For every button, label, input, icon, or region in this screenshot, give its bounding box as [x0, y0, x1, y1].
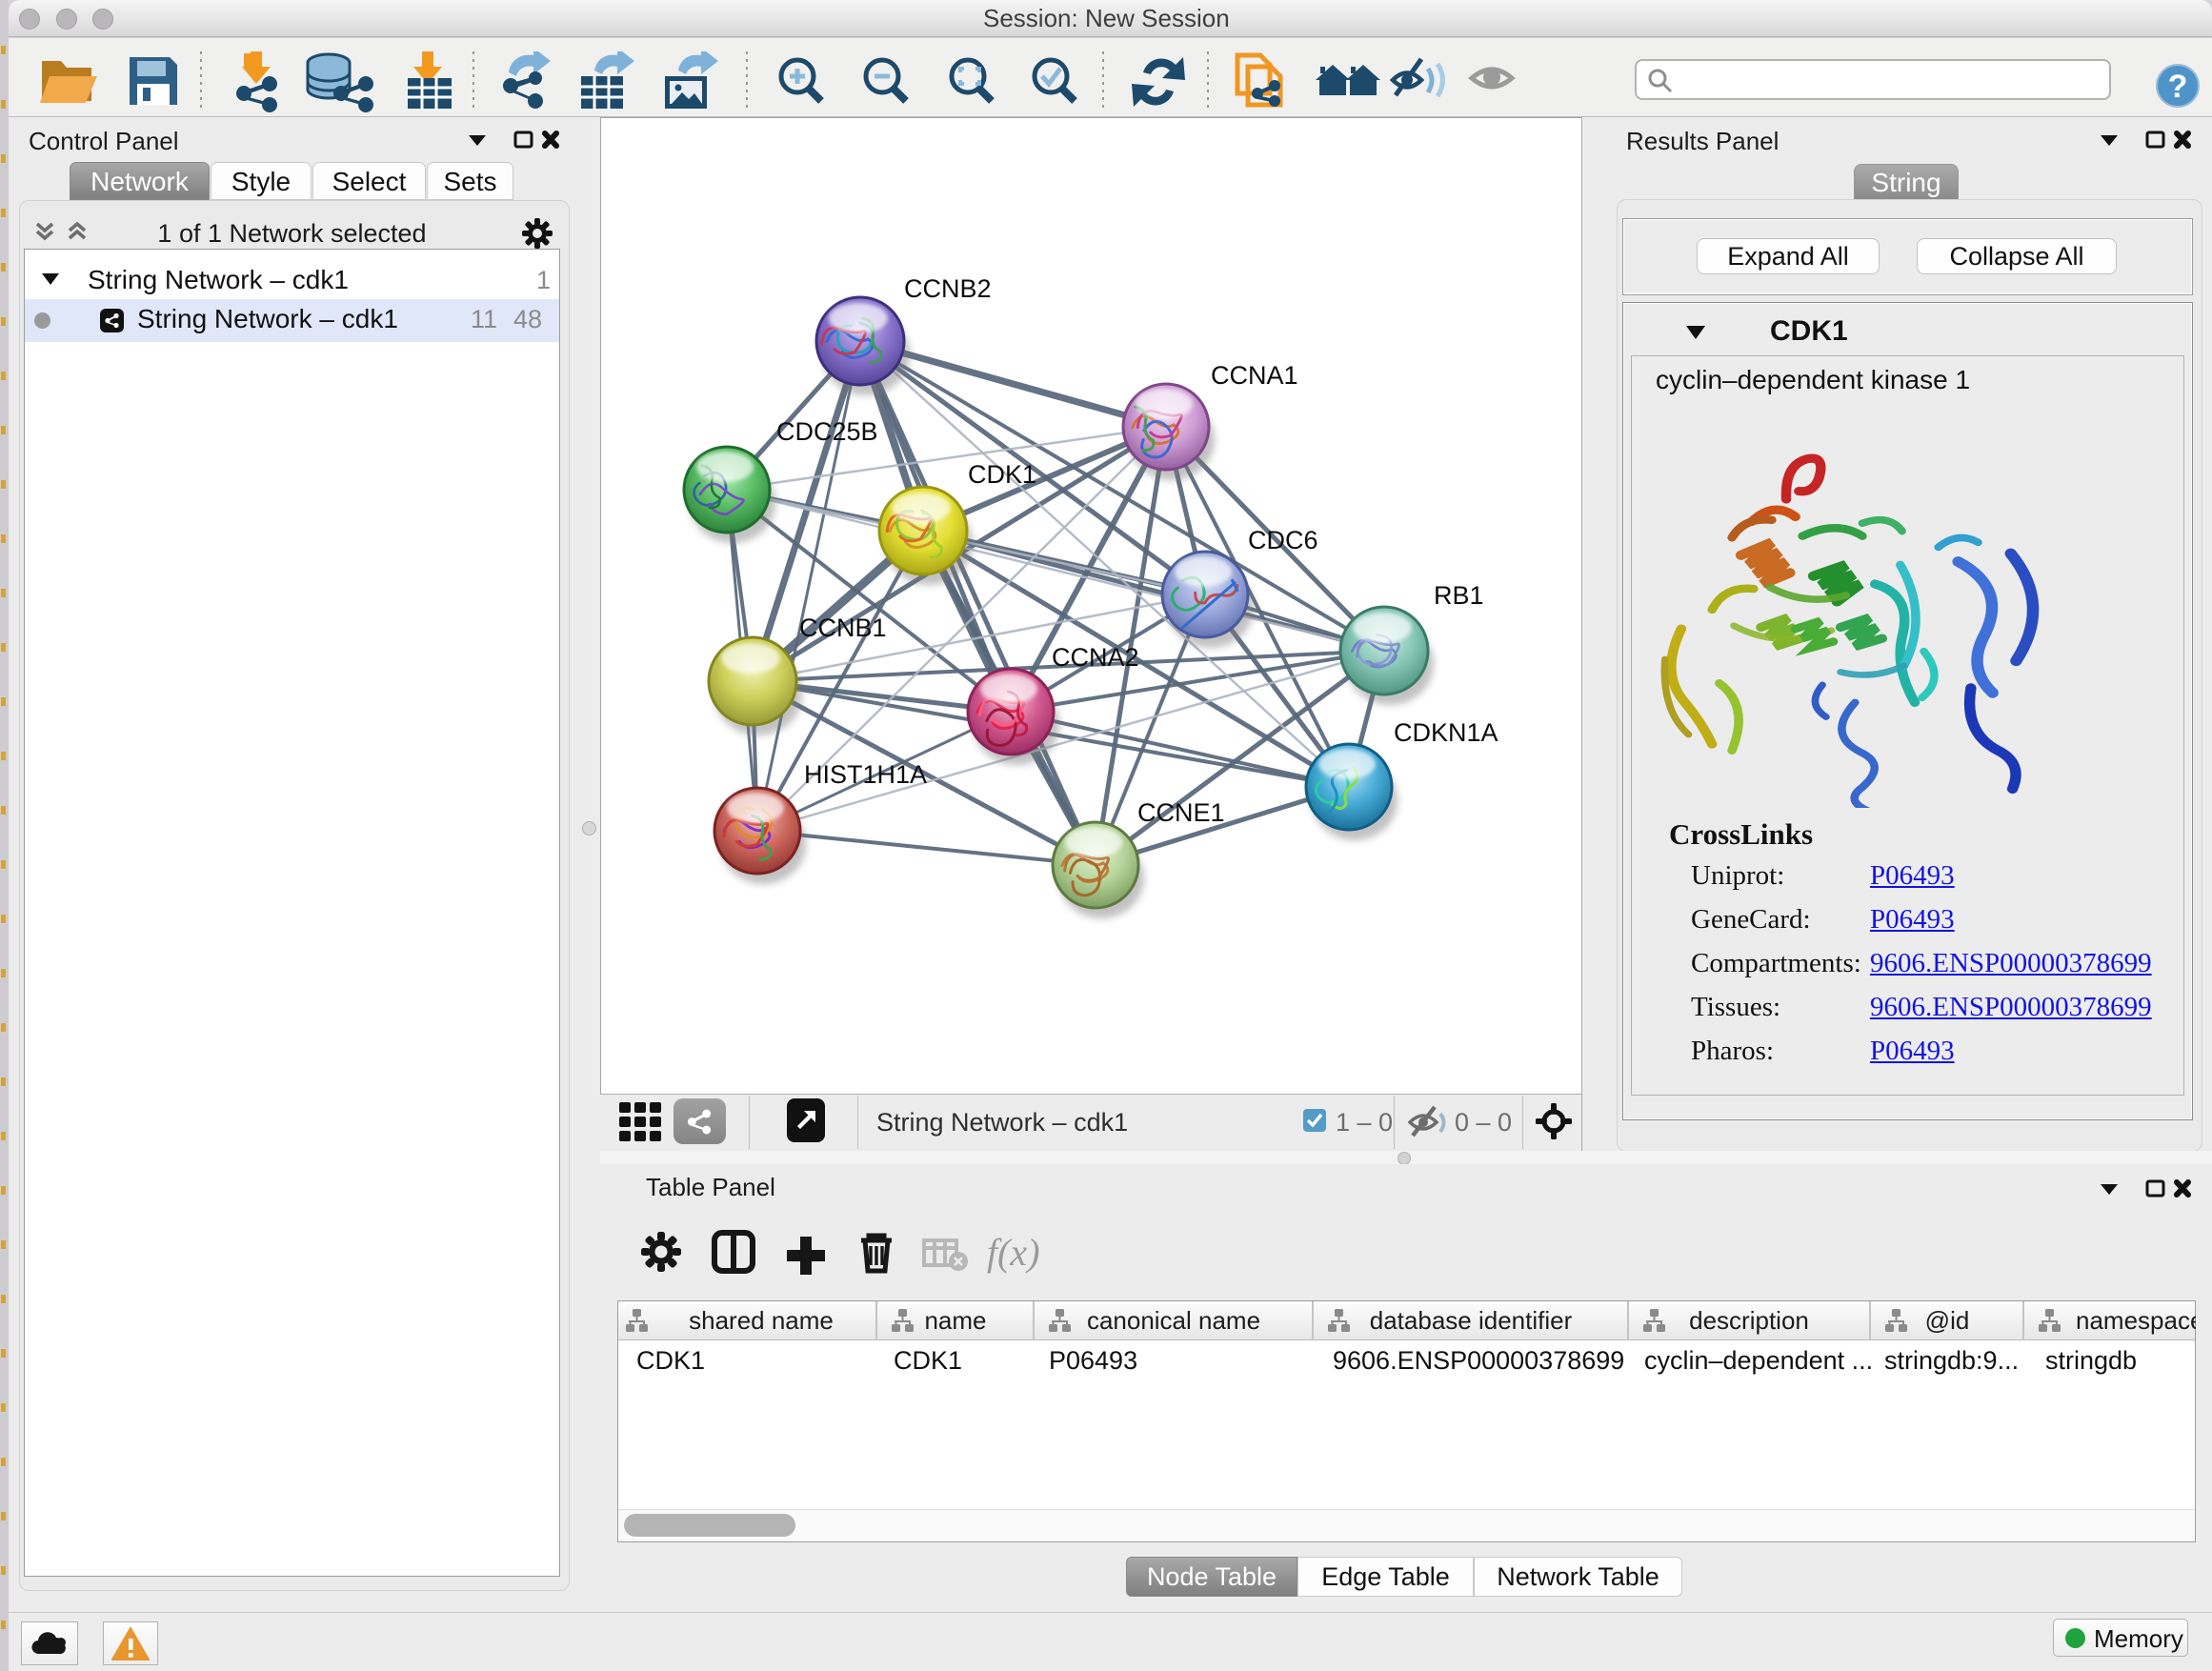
svg-text:description: description [1689, 1306, 1809, 1335]
svg-text:database identifier: database identifier [1370, 1306, 1573, 1335]
svg-text:HIST1H1A: HIST1H1A [804, 760, 927, 789]
svg-text:CCNA1: CCNA1 [1211, 361, 1298, 390]
svg-text:namespace: namespace [2076, 1306, 2196, 1335]
svg-text:CDC25B: CDC25B [776, 417, 878, 446]
svg-text:name: name [924, 1306, 986, 1335]
svg-text:CCNB1: CCNB1 [799, 614, 887, 642]
svg-text:CCNB2: CCNB2 [904, 274, 992, 303]
svg-text:shared name: shared name [689, 1306, 834, 1335]
svg-text:CDC6: CDC6 [1248, 526, 1318, 554]
svg-text:CCNA2: CCNA2 [1052, 643, 1139, 672]
svg-text:CDK1: CDK1 [968, 460, 1036, 489]
svg-text:RB1: RB1 [1434, 581, 1484, 610]
svg-text:CCNE1: CCNE1 [1137, 798, 1225, 827]
svg-text:@id: @id [1925, 1306, 1970, 1335]
svg-text:canonical name: canonical name [1087, 1306, 1260, 1335]
svg-text:f(x): f(x) [987, 1231, 1040, 1274]
svg-text:CDKN1A: CDKN1A [1394, 718, 1498, 747]
